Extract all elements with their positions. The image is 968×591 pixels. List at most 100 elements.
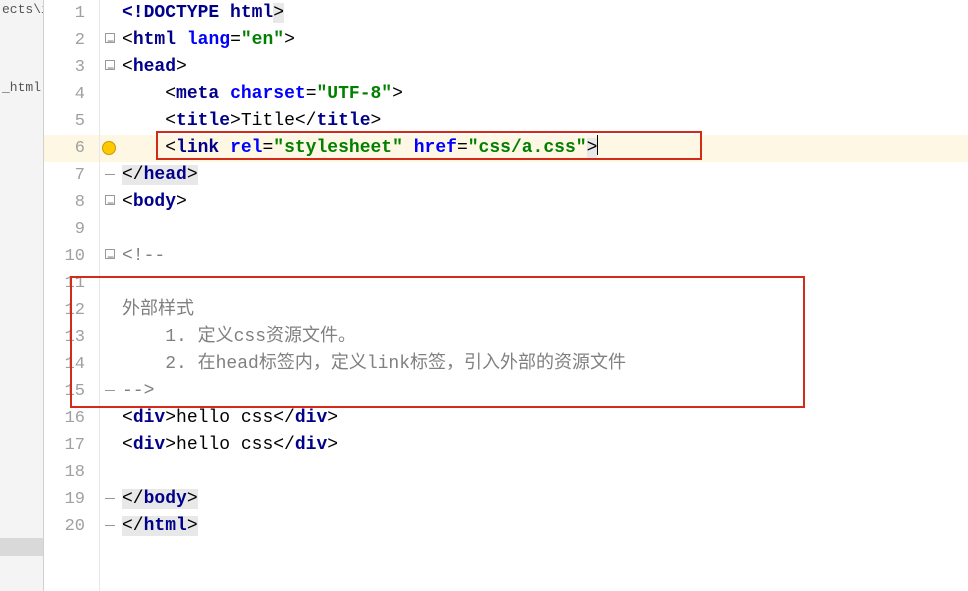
token-punct: > xyxy=(176,192,187,212)
token-punct: < xyxy=(122,57,133,77)
token-text: Title xyxy=(241,111,295,131)
lightbulb-icon[interactable] xyxy=(102,141,116,155)
code-line[interactable]: <head> xyxy=(120,54,968,81)
fold-mark xyxy=(100,432,120,459)
token-punct: > xyxy=(284,30,295,50)
token-string: "stylesheet" xyxy=(273,138,403,158)
code-line[interactable]: 1. 定义css资源文件。 xyxy=(120,324,968,351)
token-punct: < xyxy=(165,84,176,104)
fold-toggle[interactable] xyxy=(100,243,120,270)
fold-toggle[interactable] xyxy=(100,54,120,81)
fold-gutter xyxy=(100,0,120,591)
fold-toggle[interactable] xyxy=(100,189,120,216)
code-editor[interactable]: <!DOCTYPE html> <html lang="en"> <head> … xyxy=(120,0,968,591)
file-tab-active[interactable] xyxy=(0,538,43,556)
line-number: 4 xyxy=(44,81,99,108)
fold-end[interactable] xyxy=(100,513,120,540)
fold-mark xyxy=(100,270,120,297)
line-number: 7 xyxy=(44,162,99,189)
fold-mark xyxy=(100,216,120,243)
code-line[interactable]: <div>hello css</div> xyxy=(120,405,968,432)
token-tag: head xyxy=(144,165,187,185)
token-punct: < xyxy=(122,30,133,50)
token-punct: = xyxy=(262,138,273,158)
token-punct: < xyxy=(165,138,176,158)
token-tag: div xyxy=(133,435,165,455)
line-number: 15 xyxy=(44,378,99,405)
fold-mark xyxy=(100,351,120,378)
token-punct: > xyxy=(187,489,198,509)
token-punct: </ xyxy=(122,165,144,185)
token-punct: > xyxy=(187,516,198,536)
code-line-current[interactable]: <link rel="stylesheet" href="css/a.css"> xyxy=(120,135,968,162)
line-number: 6 xyxy=(44,135,99,162)
line-number: 1 xyxy=(44,0,99,27)
token-punct: > xyxy=(165,435,176,455)
code-line[interactable]: --> xyxy=(120,378,968,405)
code-line[interactable]: <title>Title</title> xyxy=(120,108,968,135)
token-punct: > xyxy=(165,408,176,428)
file-tab[interactable]: _html xyxy=(0,78,43,126)
code-line[interactable] xyxy=(120,216,968,243)
token-punct: > xyxy=(371,111,382,131)
token-tag: body xyxy=(133,192,176,212)
line-number: 10 xyxy=(44,243,99,270)
code-line[interactable]: <!-- xyxy=(120,243,968,270)
code-line[interactable]: 2. 在head标签内，定义link标签，引入外部的资源文件 xyxy=(120,351,968,378)
text-cursor xyxy=(597,135,598,155)
token-comment: 1. 定义css资源文件。 xyxy=(122,327,356,347)
token-tag: div xyxy=(295,435,327,455)
line-number: 11 xyxy=(44,270,99,297)
fold-end[interactable] xyxy=(100,486,120,513)
line-number: 2 xyxy=(44,27,99,54)
fold-end[interactable] xyxy=(100,162,120,189)
code-line[interactable]: <body> xyxy=(120,189,968,216)
token-space xyxy=(219,138,230,158)
token-punct: < xyxy=(165,111,176,131)
fold-mark xyxy=(100,81,120,108)
line-number: 20 xyxy=(44,513,99,540)
token-comment: --> xyxy=(122,381,154,401)
token-attr: charset xyxy=(230,84,306,104)
token-doctype: <!DOCTYPE xyxy=(122,3,230,23)
file-tab[interactable]: ects\i xyxy=(0,0,43,48)
code-line[interactable]: <!DOCTYPE html> xyxy=(120,0,968,27)
line-number: 5 xyxy=(44,108,99,135)
fold-mark xyxy=(100,459,120,486)
code-line[interactable]: 外部样式 xyxy=(120,297,968,324)
token-tag: div xyxy=(133,408,165,428)
fold-mark[interactable] xyxy=(100,0,120,27)
code-line[interactable]: </html> xyxy=(120,513,968,540)
fold-mark xyxy=(100,297,120,324)
code-line[interactable]: <div>hello css</div> xyxy=(120,432,968,459)
fold-end[interactable] xyxy=(100,378,120,405)
token-tag: title xyxy=(316,111,370,131)
token-punct: < xyxy=(122,435,133,455)
token-punct: = xyxy=(230,30,241,50)
line-number: 16 xyxy=(44,405,99,432)
token-punct: > xyxy=(392,84,403,104)
code-line[interactable] xyxy=(120,459,968,486)
token-string: "en" xyxy=(241,30,284,50)
token-punct: </ xyxy=(122,489,144,509)
code-line[interactable]: <meta charset="UTF-8"> xyxy=(120,81,968,108)
code-line[interactable]: </head> xyxy=(120,162,968,189)
line-number: 13 xyxy=(44,324,99,351)
token-punct: > xyxy=(327,435,338,455)
token-string: "UTF-8" xyxy=(317,84,393,104)
token-space xyxy=(403,138,414,158)
token-space xyxy=(219,84,230,104)
fold-toggle[interactable] xyxy=(100,27,120,54)
token-comment: 2. 在head标签内，定义link标签，引入外部的资源文件 xyxy=(122,354,626,374)
token-tag: meta xyxy=(176,84,219,104)
line-number: 9 xyxy=(44,216,99,243)
token-comment: 外部样式 xyxy=(122,300,194,320)
token-space xyxy=(176,30,187,50)
code-line[interactable]: <html lang="en"> xyxy=(120,27,968,54)
token-tag: body xyxy=(144,489,187,509)
token-punct: = xyxy=(306,84,317,104)
token-string: "css/a.css" xyxy=(468,138,587,158)
token-punct: </ xyxy=(273,408,295,428)
code-line[interactable]: </body> xyxy=(120,486,968,513)
code-line[interactable] xyxy=(120,270,968,297)
